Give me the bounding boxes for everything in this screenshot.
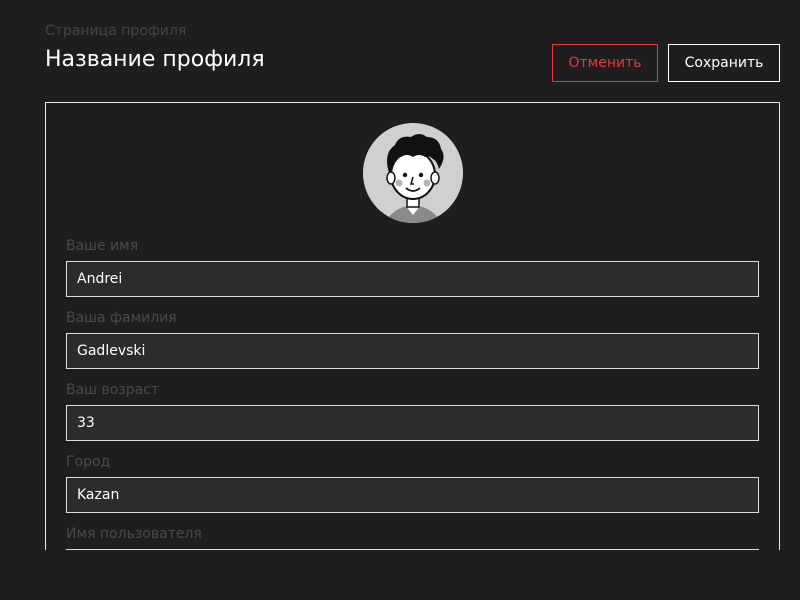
city-input[interactable]: [66, 477, 759, 513]
page-title: Название профиля: [45, 47, 265, 72]
user-avatar-icon: [363, 123, 463, 223]
age-input[interactable]: [66, 405, 759, 441]
cancel-button[interactable]: Отменить: [552, 44, 658, 82]
field-last-name: Ваша фамилия: [66, 305, 759, 369]
save-button[interactable]: Сохранить: [668, 44, 780, 82]
viewport-bottom-edge: [0, 550, 800, 600]
breadcrumb: Страница профиля: [45, 23, 187, 39]
first-name-label: Ваше имя: [66, 238, 139, 254]
first-name-input[interactable]: [66, 261, 759, 297]
username-label: Имя пользователя: [66, 526, 202, 542]
city-label: Город: [66, 454, 111, 470]
last-name-input[interactable]: [66, 333, 759, 369]
age-label: Ваш возраст: [66, 382, 160, 398]
profile-card: Ваше имя Ваша фамилия Ваш возраст Город …: [45, 102, 780, 562]
last-name-label: Ваша фамилия: [66, 310, 177, 326]
field-first-name: Ваше имя: [66, 233, 759, 297]
profile-form: Ваше имя Ваша фамилия Ваш возраст Город …: [66, 233, 759, 562]
field-age: Ваш возраст: [66, 377, 759, 441]
field-city: Город: [66, 449, 759, 513]
avatar[interactable]: [363, 123, 463, 223]
